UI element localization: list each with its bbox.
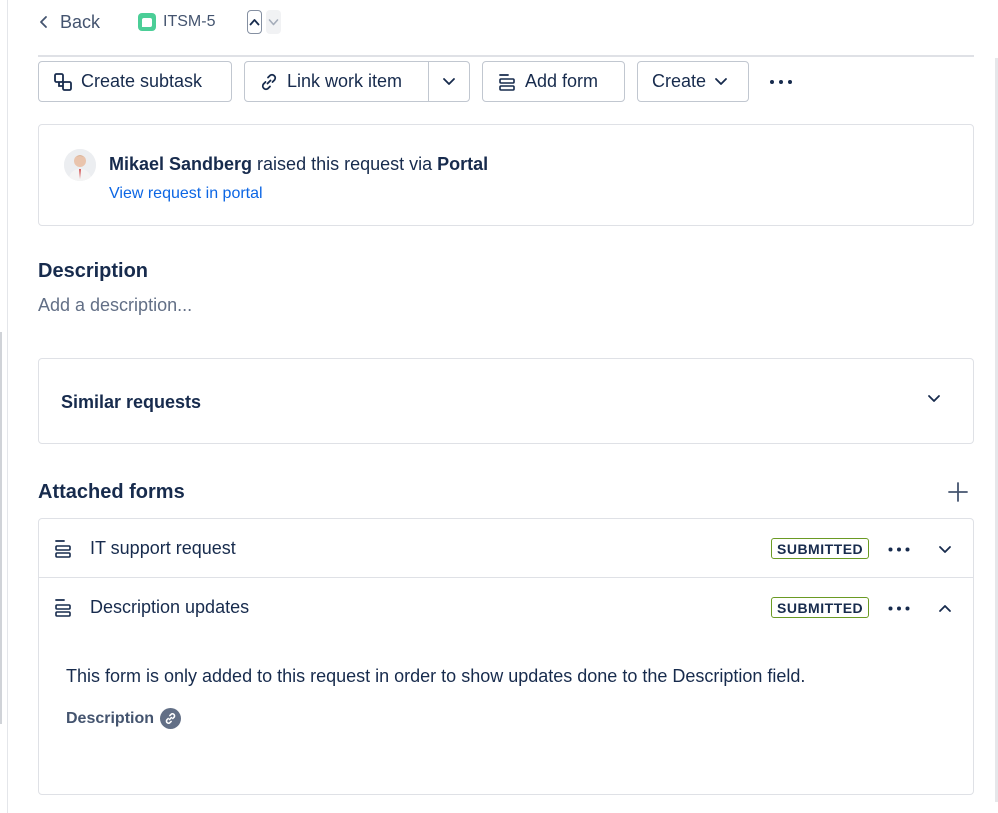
action-toolbar: Create subtask Link work item Add form C…	[38, 61, 801, 102]
status-badge: SUBMITTED	[771, 538, 870, 559]
link-icon	[261, 73, 277, 90]
request-origin-text: Mikael Sandberg raised this request via …	[109, 154, 488, 175]
create-label: Create	[652, 71, 707, 91]
form-row-description-updates[interactable]: Description updates SUBMITTED	[39, 578, 973, 637]
view-in-portal-link[interactable]: View request in portal	[109, 185, 263, 203]
request-type-icon	[138, 13, 157, 31]
form-name[interactable]: IT support request	[90, 538, 236, 559]
link-icon	[165, 713, 176, 724]
add-attached-form-button[interactable]	[946, 480, 970, 504]
issue-navigation	[247, 10, 282, 34]
chevron-down-icon	[715, 78, 727, 85]
form-more-actions-button[interactable]	[884, 596, 914, 620]
form-field-label: Description	[66, 709, 155, 727]
link-work-item-button[interactable]: Link work item	[245, 62, 428, 101]
similar-requests-panel[interactable]: Similar requests	[38, 358, 974, 444]
form-row-it-support-request[interactable]: IT support request SUBMITTED	[39, 519, 973, 578]
add-form-label: Add form	[525, 71, 599, 91]
issue-view: Back ITSM-5 Create subtask Link work ite…	[0, 0, 998, 813]
back-button[interactable]: Back	[38, 12, 100, 33]
status-badge: SUBMITTED	[771, 597, 870, 618]
attached-forms-list: IT support request SUBMITTED Description…	[38, 518, 974, 795]
person-icon	[64, 149, 96, 181]
reporter-avatar[interactable]	[64, 149, 96, 181]
request-origin-card: Mikael Sandberg raised this request via …	[38, 124, 974, 226]
form-field: Description	[66, 708, 182, 729]
chevron-up-icon	[250, 19, 260, 26]
next-issue-button[interactable]	[266, 10, 282, 34]
form-description-text: This form is only added to this request …	[66, 666, 806, 686]
link-work-item-split-button: Link work item	[244, 61, 470, 102]
previous-issue-button[interactable]	[247, 10, 263, 34]
chevron-up-icon	[939, 604, 951, 612]
field-link-button[interactable]	[160, 708, 182, 729]
add-form-button[interactable]: Add form	[482, 61, 625, 102]
form-name[interactable]: Description updates	[90, 597, 249, 618]
more-actions-button[interactable]	[761, 61, 801, 102]
form-icon	[55, 599, 71, 617]
description-placeholder[interactable]: Add a description...	[38, 295, 192, 316]
create-menu-button[interactable]: Create	[637, 61, 749, 102]
form-more-actions-button[interactable]	[884, 537, 914, 561]
request-channel: Portal	[437, 154, 489, 174]
form-icon	[55, 540, 71, 558]
subtask-icon	[54, 72, 72, 91]
raised-via-text: raised this request via	[252, 154, 438, 174]
back-label: Back	[60, 11, 101, 32]
expand-form-button[interactable]	[933, 537, 957, 561]
reporter-name[interactable]: Mikael Sandberg	[109, 154, 252, 174]
form-icon	[499, 73, 515, 91]
collapse-form-button[interactable]	[933, 596, 957, 620]
issue-header: Back ITSM-5	[38, 8, 282, 36]
issue-key-link[interactable]: ITSM-5	[138, 13, 215, 31]
plus-icon	[948, 482, 968, 502]
more-icon	[888, 547, 910, 551]
chevron-down-icon	[269, 19, 279, 26]
chevron-left-icon	[40, 16, 47, 28]
chevron-down-icon	[939, 545, 951, 553]
resize-handle[interactable]	[0, 332, 2, 724]
chevron-down-icon	[928, 395, 940, 402]
issue-key: ITSM-5	[163, 13, 216, 30]
more-icon	[770, 79, 792, 84]
attached-forms-heading: Attached forms	[38, 481, 185, 503]
panel-divider	[7, 0, 8, 813]
create-subtask-label: Create subtask	[81, 71, 203, 91]
more-icon	[888, 606, 910, 610]
similar-requests-heading: Similar requests	[61, 392, 202, 412]
link-work-item-label: Link work item	[287, 71, 403, 91]
link-options-button[interactable]	[429, 62, 469, 101]
header-divider	[38, 55, 974, 57]
chevron-down-icon	[443, 78, 455, 85]
description-heading: Description	[38, 260, 149, 282]
create-subtask-button[interactable]: Create subtask	[38, 61, 232, 102]
